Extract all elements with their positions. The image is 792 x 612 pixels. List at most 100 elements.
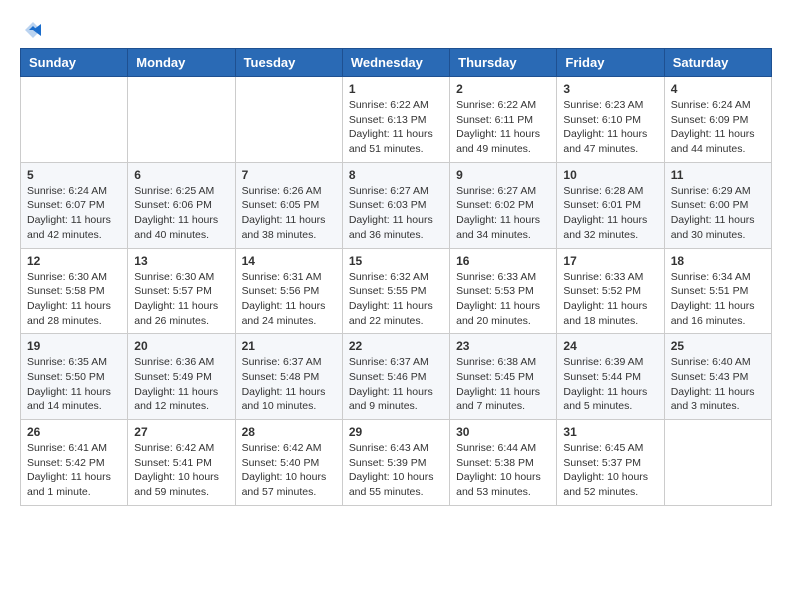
day-number: 18 (671, 254, 765, 268)
day-number: 13 (134, 254, 228, 268)
calendar-cell: 2 Sunrise: 6:22 AM Sunset: 6:11 PM Daylig… (450, 77, 557, 163)
calendar-cell: 9Sunrise: 6:27 AM Sunset: 6:02 PM Daylig… (450, 162, 557, 248)
calendar-header-saturday: Saturday (664, 49, 771, 77)
calendar-cell: 31 Sunrise: 6:45 AM Sunset: 5:37 PM Dayli… (557, 420, 664, 506)
calendar-cell: 22 Sunrise: 6:37 AM Sunset: 5:46 PM Dayli… (342, 334, 449, 420)
calendar-cell: 8Sunrise: 6:27 AM Sunset: 6:03 PM Daylig… (342, 162, 449, 248)
calendar-cell: 27 Sunrise: 6:42 AM Sunset: 5:41 PM Dayli… (128, 420, 235, 506)
calendar-cell: 10 Sunrise: 6:28 AM Sunset: 6:01 PM Dayli… (557, 162, 664, 248)
calendar-header-thursday: Thursday (450, 49, 557, 77)
calendar-week-1: 1 Sunrise: 6:22 AM Sunset: 6:13 PM Daylig… (21, 77, 772, 163)
day-info: Sunrise: 6:24 AM Sunset: 6:09 PM Dayligh… (671, 98, 765, 157)
day-info: Sunrise: 6:42 AM Sunset: 5:40 PM Dayligh… (242, 441, 336, 500)
calendar-cell: 6 Sunrise: 6:25 AM Sunset: 6:06 PM Daylig… (128, 162, 235, 248)
calendar-cell: 16 Sunrise: 6:33 AM Sunset: 5:53 PM Dayli… (450, 248, 557, 334)
calendar-cell (235, 77, 342, 163)
day-info: Sunrise: 6:26 AM Sunset: 6:05 PM Dayligh… (242, 184, 336, 243)
day-info: Sunrise: 6:31 AM Sunset: 5:56 PM Dayligh… (242, 270, 336, 329)
day-number: 21 (242, 339, 336, 353)
day-info: Sunrise: 6:27 AM Sunset: 6:02 PM Dayligh… (456, 184, 550, 243)
day-number: 10 (563, 168, 657, 182)
calendar-cell: 21 Sunrise: 6:37 AM Sunset: 5:48 PM Dayli… (235, 334, 342, 420)
day-info: Sunrise: 6:40 AM Sunset: 5:43 PM Dayligh… (671, 355, 765, 414)
day-info: Sunrise: 6:41 AM Sunset: 5:42 PM Dayligh… (27, 441, 121, 500)
calendar-cell: 20 Sunrise: 6:36 AM Sunset: 5:49 PM Dayli… (128, 334, 235, 420)
calendar-cell: 24Sunrise: 6:39 AM Sunset: 5:44 PM Dayli… (557, 334, 664, 420)
day-info: Sunrise: 6:30 AM Sunset: 5:57 PM Dayligh… (134, 270, 228, 329)
day-info: Sunrise: 6:39 AM Sunset: 5:44 PM Dayligh… (563, 355, 657, 414)
day-number: 15 (349, 254, 443, 268)
calendar-cell: 11Sunrise: 6:29 AM Sunset: 6:00 PM Dayli… (664, 162, 771, 248)
calendar-header-wednesday: Wednesday (342, 49, 449, 77)
calendar-cell: 18 Sunrise: 6:34 AM Sunset: 5:51 PM Dayli… (664, 248, 771, 334)
day-info: Sunrise: 6:36 AM Sunset: 5:49 PM Dayligh… (134, 355, 228, 414)
day-info: Sunrise: 6:43 AM Sunset: 5:39 PM Dayligh… (349, 441, 443, 500)
logo (20, 20, 43, 38)
calendar-cell: 25 Sunrise: 6:40 AM Sunset: 5:43 PM Dayli… (664, 334, 771, 420)
calendar-week-2: 5 Sunrise: 6:24 AM Sunset: 6:07 PM Daylig… (21, 162, 772, 248)
calendar-header-row: SundayMondayTuesdayWednesdayThursdayFrid… (21, 49, 772, 77)
calendar-cell (664, 420, 771, 506)
calendar-header-monday: Monday (128, 49, 235, 77)
calendar-cell: 26Sunrise: 6:41 AM Sunset: 5:42 PM Dayli… (21, 420, 128, 506)
day-info: Sunrise: 6:37 AM Sunset: 5:48 PM Dayligh… (242, 355, 336, 414)
day-number: 19 (27, 339, 121, 353)
day-number: 16 (456, 254, 550, 268)
day-number: 30 (456, 425, 550, 439)
calendar-cell: 5 Sunrise: 6:24 AM Sunset: 6:07 PM Daylig… (21, 162, 128, 248)
day-info: Sunrise: 6:24 AM Sunset: 6:07 PM Dayligh… (27, 184, 121, 243)
day-number: 29 (349, 425, 443, 439)
day-number: 11 (671, 168, 765, 182)
calendar-cell: 30 Sunrise: 6:44 AM Sunset: 5:38 PM Dayli… (450, 420, 557, 506)
day-number: 8 (349, 168, 443, 182)
day-number: 2 (456, 82, 550, 96)
day-info: Sunrise: 6:35 AM Sunset: 5:50 PM Dayligh… (27, 355, 121, 414)
day-number: 6 (134, 168, 228, 182)
day-number: 5 (27, 168, 121, 182)
day-number: 22 (349, 339, 443, 353)
day-number: 23 (456, 339, 550, 353)
calendar-cell: 1 Sunrise: 6:22 AM Sunset: 6:13 PM Daylig… (342, 77, 449, 163)
day-number: 20 (134, 339, 228, 353)
calendar-cell: 7 Sunrise: 6:26 AM Sunset: 6:05 PM Daylig… (235, 162, 342, 248)
day-number: 27 (134, 425, 228, 439)
day-info: Sunrise: 6:42 AM Sunset: 5:41 PM Dayligh… (134, 441, 228, 500)
calendar-cell: 3 Sunrise: 6:23 AM Sunset: 6:10 PM Daylig… (557, 77, 664, 163)
calendar-cell: 13 Sunrise: 6:30 AM Sunset: 5:57 PM Dayli… (128, 248, 235, 334)
calendar-cell: 12Sunrise: 6:30 AM Sunset: 5:58 PM Dayli… (21, 248, 128, 334)
calendar-header-tuesday: Tuesday (235, 49, 342, 77)
day-info: Sunrise: 6:34 AM Sunset: 5:51 PM Dayligh… (671, 270, 765, 329)
day-info: Sunrise: 6:22 AM Sunset: 6:11 PM Dayligh… (456, 98, 550, 157)
day-info: Sunrise: 6:25 AM Sunset: 6:06 PM Dayligh… (134, 184, 228, 243)
calendar-cell: 4 Sunrise: 6:24 AM Sunset: 6:09 PM Daylig… (664, 77, 771, 163)
day-number: 4 (671, 82, 765, 96)
calendar-table: SundayMondayTuesdayWednesdayThursdayFrid… (20, 48, 772, 506)
day-number: 1 (349, 82, 443, 96)
day-number: 31 (563, 425, 657, 439)
day-info: Sunrise: 6:37 AM Sunset: 5:46 PM Dayligh… (349, 355, 443, 414)
day-info: Sunrise: 6:32 AM Sunset: 5:55 PM Dayligh… (349, 270, 443, 329)
calendar-cell: 19 Sunrise: 6:35 AM Sunset: 5:50 PM Dayli… (21, 334, 128, 420)
day-info: Sunrise: 6:22 AM Sunset: 6:13 PM Dayligh… (349, 98, 443, 157)
calendar-cell: 29 Sunrise: 6:43 AM Sunset: 5:39 PM Dayli… (342, 420, 449, 506)
day-info: Sunrise: 6:33 AM Sunset: 5:52 PM Dayligh… (563, 270, 657, 329)
day-number: 25 (671, 339, 765, 353)
calendar-week-4: 19 Sunrise: 6:35 AM Sunset: 5:50 PM Dayli… (21, 334, 772, 420)
calendar-cell: 17 Sunrise: 6:33 AM Sunset: 5:52 PM Dayli… (557, 248, 664, 334)
day-info: Sunrise: 6:44 AM Sunset: 5:38 PM Dayligh… (456, 441, 550, 500)
calendar-cell (21, 77, 128, 163)
day-info: Sunrise: 6:45 AM Sunset: 5:37 PM Dayligh… (563, 441, 657, 500)
day-info: Sunrise: 6:30 AM Sunset: 5:58 PM Dayligh… (27, 270, 121, 329)
day-info: Sunrise: 6:23 AM Sunset: 6:10 PM Dayligh… (563, 98, 657, 157)
day-number: 17 (563, 254, 657, 268)
day-info: Sunrise: 6:33 AM Sunset: 5:53 PM Dayligh… (456, 270, 550, 329)
day-number: 3 (563, 82, 657, 96)
calendar-cell: 23Sunrise: 6:38 AM Sunset: 5:45 PM Dayli… (450, 334, 557, 420)
day-info: Sunrise: 6:28 AM Sunset: 6:01 PM Dayligh… (563, 184, 657, 243)
calendar-cell: 28 Sunrise: 6:42 AM Sunset: 5:40 PM Dayli… (235, 420, 342, 506)
day-number: 7 (242, 168, 336, 182)
calendar-week-3: 12Sunrise: 6:30 AM Sunset: 5:58 PM Dayli… (21, 248, 772, 334)
calendar-header-sunday: Sunday (21, 49, 128, 77)
day-number: 28 (242, 425, 336, 439)
calendar-cell (128, 77, 235, 163)
